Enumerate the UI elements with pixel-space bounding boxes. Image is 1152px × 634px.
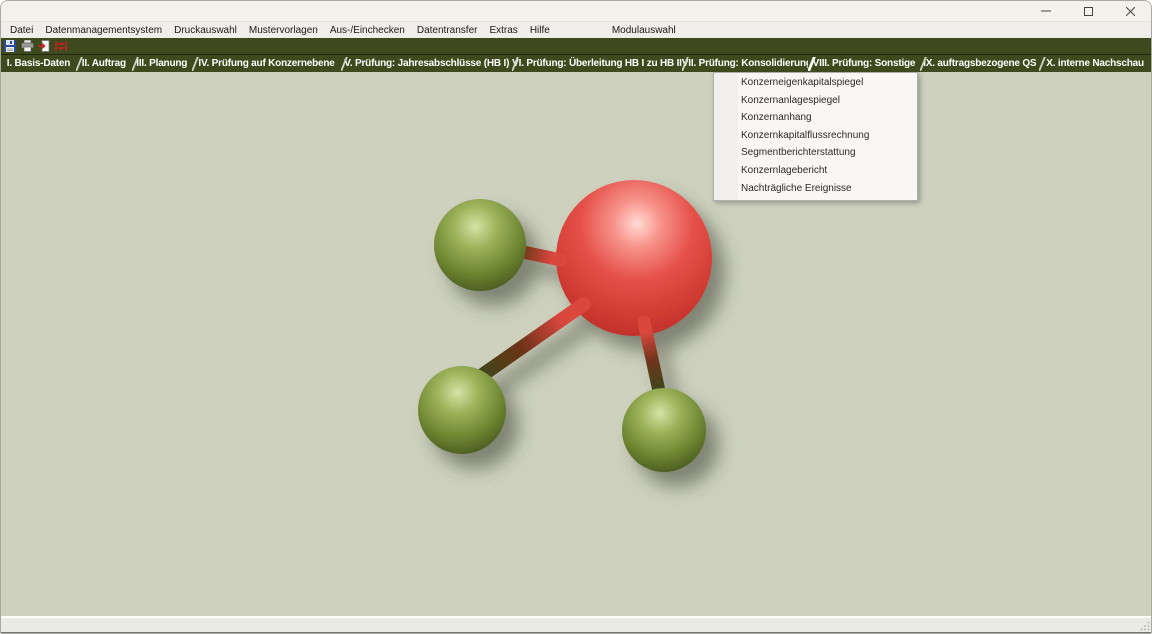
double-arrow-icon [55,40,67,52]
content-area: Konzerneigenkapitalspiegel Konzernanlage… [1,72,1151,616]
menu-druckauswahl[interactable]: Druckauswahl [168,25,243,36]
menu-item-konzernkapitalflussrechnung[interactable]: Konzernkapitalflussrechnung [714,127,917,145]
tab-basis-daten[interactable]: I. Basis-Daten [1,55,76,73]
save-button[interactable] [3,40,17,53]
green-atom-bottom-right [622,388,706,472]
tab-pruefung-ueberleitung[interactable]: VI. Prüfung: Überleitung HB I zu HB II [512,55,682,73]
menu-aus-einchecken[interactable]: Aus-/Einchecken [324,25,411,36]
tab-pruefung-konsolidierung[interactable]: VII. Prüfung: Konsolidierung [682,55,808,73]
print-button[interactable] [20,40,34,53]
close-icon [1126,7,1135,16]
tab-planung[interactable]: III. Planung [132,55,192,73]
maximize-button[interactable] [1067,1,1109,21]
close-button[interactable] [1109,1,1151,21]
menu-item-nachtraegliche-ereignisse[interactable]: Nachträgliche Ereignisse [714,180,917,198]
molecule-graphic [1,72,1151,616]
menu-datentransfer[interactable]: Datentransfer [411,25,484,36]
menu-extras[interactable]: Extras [483,25,523,36]
tab-auftragsbezogene-qs[interactable]: IX. auftragsbezogene QS [920,55,1039,73]
tab-interne-nachschau[interactable]: X. interne Nachschau [1039,55,1151,73]
app-window: Datei Datenmanagementsystem Druckauswahl… [0,0,1152,634]
tab-pruefung-jahresabschluesse[interactable]: V. Prüfung: Jahresabschlüsse (HB I) [341,55,512,73]
menu-item-konzernlagebericht[interactable]: Konzernlagebericht [714,162,917,180]
green-atom-bottom-left [418,366,506,454]
tab-auftrag[interactable]: II. Auftrag [76,55,132,73]
tabbar: I. Basis-Daten II. Auftrag III. Planung … [1,54,1151,72]
save-icon [4,40,16,52]
bond-bottom-left [481,304,584,376]
dropdown-menu: Konzerneigenkapitalspiegel Konzernanlage… [713,72,918,201]
menu-datenmanagementsystem[interactable]: Datenmanagementsystem [39,25,168,36]
menu-modulauswahl[interactable]: Modulauswahl [606,25,682,36]
menu-item-konzerneigenkapitalspiegel[interactable]: Konzerneigenkapitalspiegel [714,74,917,92]
menu-item-segmentberichterstattung[interactable]: Segmentberichterstattung [714,144,917,162]
menu-mustervorlagen[interactable]: Mustervorlagen [243,25,324,36]
menubar: Datei Datenmanagementsystem Druckauswahl… [1,22,1151,38]
print-icon [21,40,34,52]
checkout-button[interactable] [37,40,51,53]
menu-hilfe[interactable]: Hilfe [524,25,556,36]
statusbar [1,616,1151,632]
resize-grip[interactable] [1140,621,1150,631]
menu-item-konzernanlagespiegel[interactable]: Konzernanlagespiegel [714,92,917,110]
green-atom-top-left [434,199,526,291]
document-arrow-icon [38,40,50,52]
maximize-icon [1084,7,1093,16]
titlebar [1,1,1151,22]
minimize-icon [1041,6,1051,16]
minimize-button[interactable] [1025,1,1067,21]
tab-pruefung-sonstige[interactable]: VIII. Prüfung: Sonstige [808,55,921,73]
menu-datei[interactable]: Datei [4,25,39,36]
menu-item-konzernanhang[interactable]: Konzernanhang [714,109,917,127]
tab-pruefung-konzernebene[interactable]: IV. Prüfung auf Konzernebene [192,55,342,73]
toolbar [1,38,1151,54]
checkin-button[interactable] [54,40,68,53]
